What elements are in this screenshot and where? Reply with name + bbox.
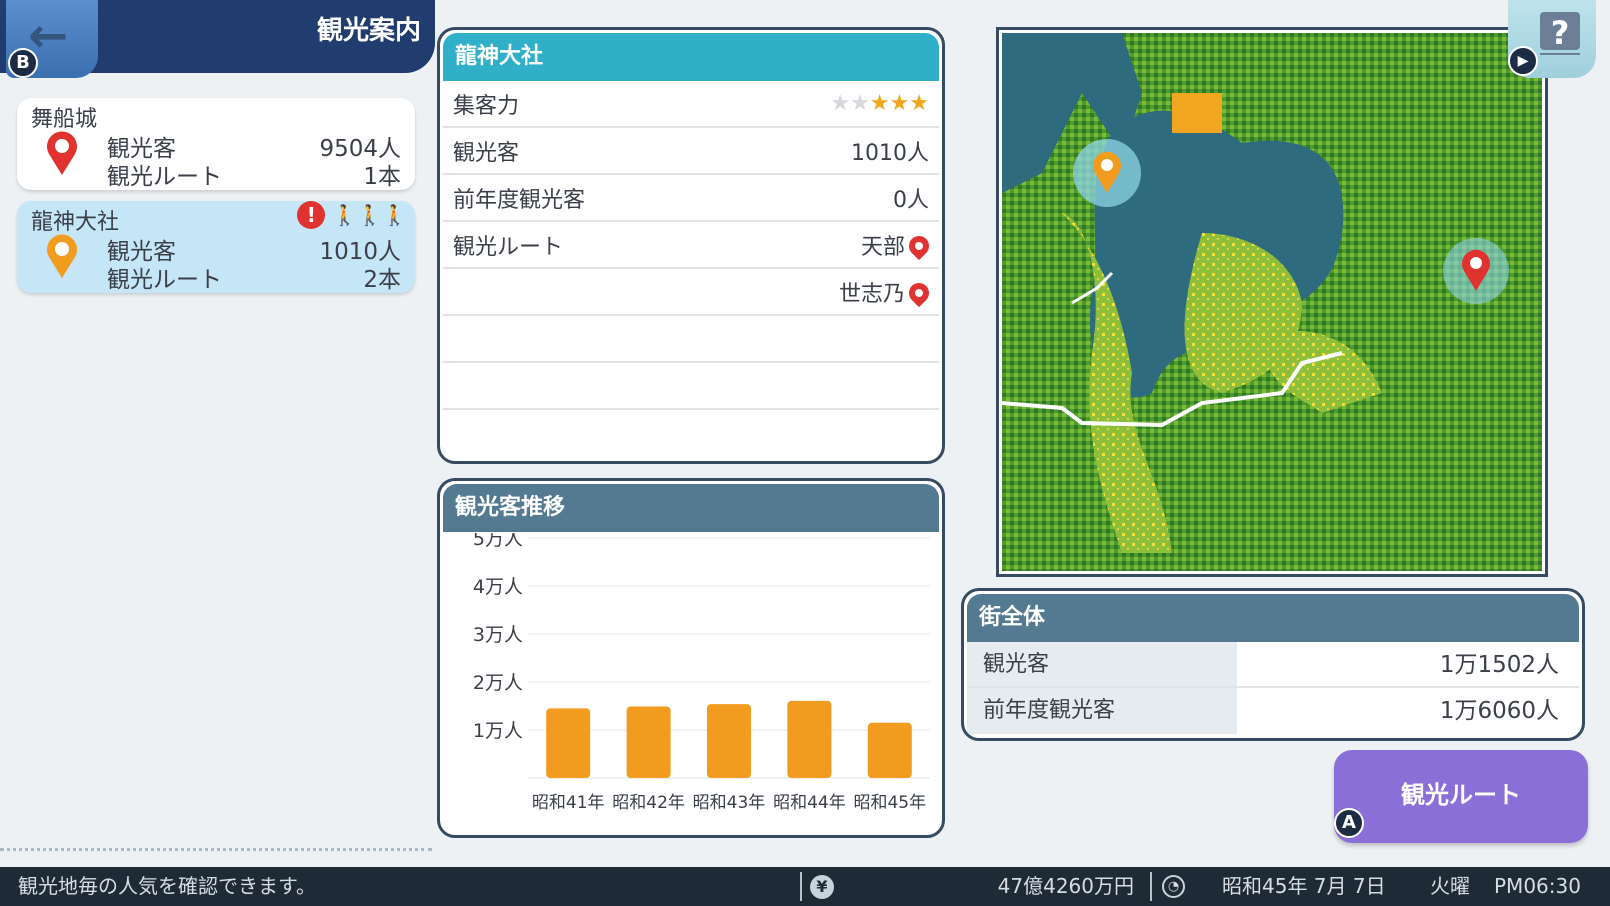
- row-label: 前年度観光客: [967, 688, 1237, 734]
- spot-detail-panel: 龍神大社 集客力 ★★★★★ 観光客 1010人 前年度観光客 0人 観光ルート 天部…: [437, 27, 945, 464]
- row-label: 前年度観光客: [453, 187, 586, 213]
- scroll-divider: [0, 848, 432, 854]
- visitors-row: 観光客 1010人: [443, 128, 939, 175]
- routes-value: 1本: [363, 164, 401, 190]
- button-label: 観光ルート: [1401, 781, 1521, 809]
- bar: [626, 706, 671, 778]
- empty-row: [443, 316, 939, 363]
- status-bar: 観光地毎の人気を確認できます。 ¥ 47億4260万円 ◔ 昭和45年 7月 7…: [0, 867, 1610, 906]
- row-label: 観光客: [967, 642, 1237, 686]
- help-book-icon: ?: [1540, 12, 1580, 55]
- routes-value: 2本: [363, 267, 401, 293]
- bar: [707, 704, 751, 778]
- empty-row: [443, 363, 939, 410]
- detail-title: 龍神大社: [443, 33, 939, 81]
- y-tick-label: 2万人: [473, 672, 523, 694]
- x-tick-label: 昭和45年: [853, 793, 926, 813]
- bar: [787, 700, 832, 778]
- x-tick-label: 昭和43年: [693, 793, 766, 813]
- clock-icon: ◔: [1162, 875, 1185, 898]
- status-message: 観光地毎の人気を確認できます。: [18, 874, 316, 898]
- x-tick-label: 昭和41年: [532, 793, 605, 813]
- divider: [1150, 872, 1152, 901]
- rating-stars: ★★★★★: [830, 91, 929, 116]
- town-last-year-row: 前年度観光客 1万6060人: [967, 688, 1579, 734]
- spot-card[interactable]: 舞船城 観光客 9504人 観光ルート 1本: [17, 98, 415, 190]
- tourism-route-button[interactable]: 観光ルート A: [1334, 750, 1588, 843]
- page-title: 観光案内: [316, 16, 421, 46]
- town-visitors-row: 観光客 1万1502人: [967, 642, 1579, 688]
- route-name: 天部: [860, 234, 905, 260]
- town-total-panel: 街全体 観光客 1万1502人 前年度観光客 1万6060人: [961, 588, 1585, 741]
- map-pin-icon: [47, 131, 77, 175]
- money-value: 47億4260万円: [997, 874, 1134, 898]
- routes-label: 観光ルート: [107, 267, 222, 293]
- attraction-row: 集客力 ★★★★★: [443, 81, 939, 128]
- row-label: 集客力: [453, 93, 520, 119]
- play-icon: ▶: [1508, 46, 1538, 76]
- help-button[interactable]: ? ▶: [1508, 0, 1596, 78]
- town-map[interactable]: [996, 27, 1548, 577]
- y-tick-label: 1万人: [473, 720, 523, 742]
- star-filled-icon: ★: [889, 91, 910, 116]
- town-title: 街全体: [967, 594, 1579, 642]
- spot-name: 龍神大社: [31, 210, 120, 235]
- route-pin-icon: [904, 278, 934, 307]
- bar: [867, 722, 912, 778]
- row-value: 1010人: [851, 140, 929, 166]
- crowd-alert-icon: ! 🚶🚶🚶: [297, 201, 407, 229]
- map-image: [1001, 33, 1542, 571]
- time: PM06:30: [1494, 874, 1581, 898]
- last-year-row: 前年度観光客 0人: [443, 175, 939, 222]
- date: 昭和45年 7月 7日: [1222, 874, 1386, 898]
- visitor-bar-chart: 1万人 2万人 3万人 4万人 5万人昭和41年 昭和42年 昭和43年 昭和44年 昭和45年: [473, 533, 930, 813]
- row-label: 観光ルート: [453, 234, 564, 260]
- spot-card-selected[interactable]: 龍神大社 ! 🚶🚶🚶 観光客 1010人 観光ルート 2本: [17, 201, 415, 293]
- back-button[interactable]: ← B: [6, 0, 98, 78]
- divider: [800, 872, 802, 901]
- y-tick-label: 5万人: [473, 533, 523, 550]
- weekday: 火曜: [1430, 874, 1470, 898]
- y-tick-label: 3万人: [473, 624, 523, 646]
- star-empty-icon: ★: [830, 91, 851, 116]
- yen-icon: ¥: [810, 875, 834, 899]
- star-filled-icon: ★: [869, 91, 890, 116]
- route-row[interactable]: 観光ルート 天部: [443, 222, 939, 269]
- spot-list: 舞船城 観光客 9504人 観光ルート 1本 龍神大社 ! 🚶🚶🚶 観光客 1010人…: [0, 78, 432, 853]
- visitor-trend-panel: 観光客推移 1万人 2万人 3万人 4万人 5万人昭和41年 昭和42年 昭和43年 昭和44…: [437, 478, 945, 838]
- a-button-badge: A: [1334, 808, 1364, 838]
- routes-label: 観光ルート: [107, 164, 222, 190]
- x-tick-label: 昭和44年: [773, 793, 846, 813]
- row-label: 観光客: [453, 140, 520, 166]
- route-name: 世志乃: [838, 281, 905, 307]
- row-value: 1万1502人: [1439, 652, 1559, 678]
- svg-text:?: ?: [1551, 14, 1570, 52]
- row-value: 1万6060人: [1439, 698, 1559, 724]
- y-tick-label: 4万人: [473, 576, 523, 598]
- route-row[interactable]: 世志乃: [443, 269, 939, 316]
- chart-title: 観光客推移: [443, 484, 939, 532]
- b-button-badge: B: [8, 48, 38, 78]
- map-pin-icon: [47, 234, 77, 278]
- bar: [546, 708, 591, 778]
- route-pin-icon: [904, 231, 934, 260]
- star-empty-icon: ★: [850, 91, 870, 116]
- spot-name: 舞船城: [31, 107, 98, 132]
- star-filled-icon: ★: [909, 91, 929, 116]
- row-value: 0人: [893, 187, 929, 213]
- x-tick-label: 昭和42年: [612, 793, 685, 813]
